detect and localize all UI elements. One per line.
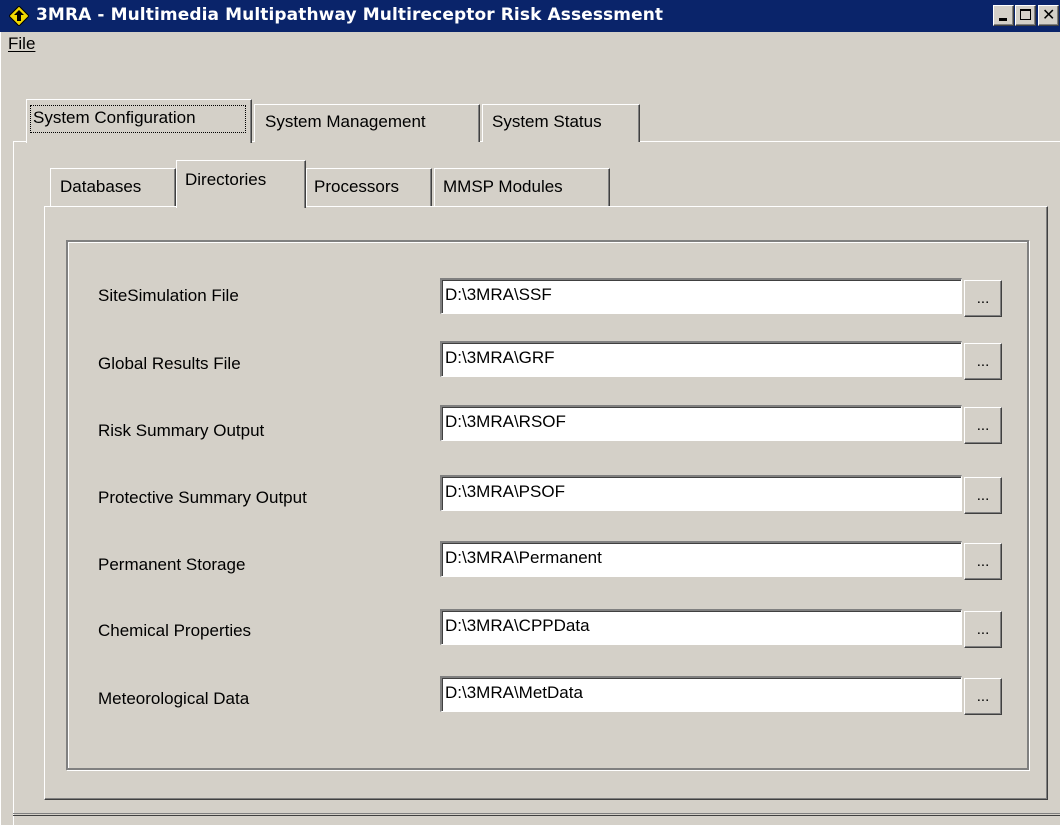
window-title: 3MRA - Multimedia Multipathway Multirece… bbox=[36, 5, 664, 25]
tab-label: System Status bbox=[492, 112, 602, 131]
maximize-icon bbox=[1020, 9, 1031, 20]
label-chemical-properties: Chemical Properties bbox=[98, 621, 252, 640]
tab-label: Processors bbox=[314, 177, 400, 196]
input-value: D:\3MRA\MetData bbox=[445, 683, 583, 702]
label-site-simulation-file: SiteSimulation File bbox=[98, 286, 239, 305]
tab-system-management[interactable]: System Management bbox=[254, 104, 480, 142]
tab-label: MMSP Modules bbox=[443, 177, 563, 196]
input-value: D:\3MRA\PSOF bbox=[445, 482, 565, 501]
input-value: D:\3MRA\GRF bbox=[445, 348, 555, 367]
tab-label: Databases bbox=[60, 177, 142, 196]
protective-summary-output-input[interactable]: D:\3MRA\PSOF bbox=[440, 475, 962, 511]
permanent-storage-input[interactable]: D:\3MRA\Permanent bbox=[440, 541, 962, 577]
diamond-arrow-icon bbox=[9, 6, 29, 26]
close-icon: ✕ bbox=[1042, 5, 1056, 24]
browse-site-simulation-file-button[interactable]: ... bbox=[964, 280, 1002, 317]
tab-mmsp-modules[interactable]: MMSP Modules bbox=[434, 168, 610, 206]
browse-label: ... bbox=[976, 621, 990, 638]
tab-label: System Configuration bbox=[33, 108, 196, 127]
browse-meteorological-data-button[interactable]: ... bbox=[964, 678, 1002, 715]
label-protective-summary-output: Protective Summary Output bbox=[98, 488, 307, 507]
label-meteorological-data: Meteorological Data bbox=[98, 689, 250, 708]
global-results-file-input[interactable]: D:\3MRA\GRF bbox=[440, 341, 962, 377]
tab-processors[interactable]: Processors bbox=[306, 168, 432, 206]
meteorological-data-input[interactable]: D:\3MRA\MetData bbox=[440, 676, 962, 712]
window-frame-left bbox=[0, 32, 3, 825]
tab-databases[interactable]: Databases bbox=[50, 168, 176, 206]
site-simulation-file-input[interactable]: D:\3MRA\SSF bbox=[440, 278, 962, 314]
tab-label: Directories bbox=[185, 170, 267, 189]
label-risk-summary-output: Risk Summary Output bbox=[98, 421, 265, 440]
browse-global-results-file-button[interactable]: ... bbox=[964, 343, 1002, 380]
tab-directories[interactable]: Directories bbox=[176, 160, 306, 208]
app-window: 3MRA - Multimedia Multipathway Multirece… bbox=[0, 0, 1060, 825]
input-value: D:\3MRA\RSOF bbox=[445, 412, 566, 431]
tab-system-configuration[interactable]: System Configuration bbox=[26, 99, 252, 143]
browse-chemical-properties-button[interactable]: ... bbox=[964, 611, 1002, 648]
browse-protective-summary-output-button[interactable]: ... bbox=[964, 477, 1002, 514]
browse-label: ... bbox=[976, 417, 990, 434]
browse-label: ... bbox=[976, 487, 990, 504]
input-value: D:\3MRA\Permanent bbox=[445, 548, 602, 567]
tab-label: System Management bbox=[265, 112, 426, 131]
browse-permanent-storage-button[interactable]: ... bbox=[964, 543, 1002, 580]
browse-label: ... bbox=[976, 553, 990, 570]
tab-system-status[interactable]: System Status bbox=[482, 104, 640, 142]
maximize-button[interactable] bbox=[1015, 5, 1036, 26]
label-global-results-file: Global Results File bbox=[98, 354, 241, 373]
risk-summary-output-input[interactable]: D:\3MRA\RSOF bbox=[440, 405, 962, 441]
menu-file[interactable]: File bbox=[8, 34, 35, 54]
minimize-button[interactable] bbox=[993, 5, 1014, 26]
outer-tab-panel-bottom-edge bbox=[13, 813, 1060, 816]
browse-label: ... bbox=[976, 290, 990, 307]
browse-label: ... bbox=[976, 688, 990, 705]
menu-bar: File bbox=[0, 32, 1060, 62]
chemical-properties-input[interactable]: D:\3MRA\CPPData bbox=[440, 609, 962, 645]
title-bar[interactable]: 3MRA - Multimedia Multipathway Multirece… bbox=[0, 0, 1060, 32]
input-value: D:\3MRA\SSF bbox=[445, 285, 552, 304]
label-permanent-storage: Permanent Storage bbox=[98, 555, 246, 574]
close-button[interactable]: ✕ bbox=[1038, 5, 1059, 26]
input-value: D:\3MRA\CPPData bbox=[445, 616, 590, 635]
minimize-icon bbox=[999, 18, 1007, 21]
browse-label: ... bbox=[976, 353, 990, 370]
browse-risk-summary-output-button[interactable]: ... bbox=[964, 407, 1002, 444]
